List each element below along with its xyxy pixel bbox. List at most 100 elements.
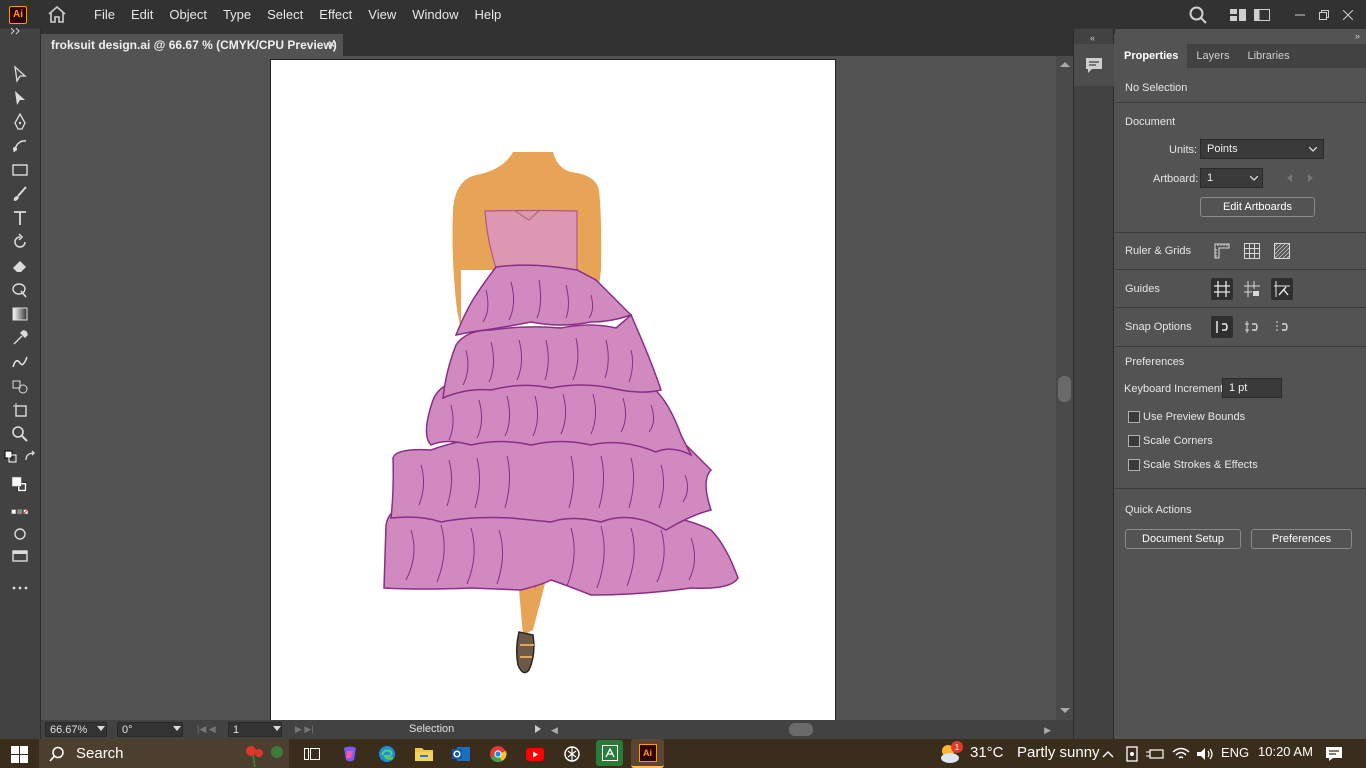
collapse-toolbar-icon[interactable] [9, 28, 31, 42]
comments-panel-button[interactable] [1074, 44, 1114, 86]
ruler-icon[interactable] [1211, 240, 1233, 262]
vertical-scroll-thumb[interactable] [1058, 376, 1071, 402]
illustrator-taskbar-icon[interactable]: Ai [631, 739, 664, 768]
default-fill-stroke-icon[interactable] [4, 450, 18, 464]
tray-chevron-up-icon[interactable] [1097, 743, 1119, 765]
scroll-up-icon[interactable] [1060, 62, 1070, 67]
scroll-down-icon[interactable] [1060, 708, 1070, 713]
rotate-tool-icon[interactable] [9, 231, 31, 253]
copilot-icon[interactable] [339, 743, 361, 765]
direct-selection-tool-icon[interactable] [9, 87, 31, 109]
windows-start-icon[interactable] [8, 743, 30, 765]
tab-layers[interactable]: Layers [1187, 44, 1238, 68]
color-mode-icons[interactable] [5, 507, 35, 517]
snap-to-glyph-icon[interactable] [1271, 316, 1293, 338]
canvas[interactable] [41, 56, 1056, 720]
selection-tool-icon[interactable] [9, 63, 31, 85]
eraser-tool-icon[interactable] [9, 255, 31, 277]
symbol-sprayer-tool-icon[interactable] [9, 375, 31, 397]
search-icon[interactable] [1186, 4, 1210, 26]
paintbrush-tool-icon[interactable] [9, 183, 31, 205]
document-setup-button[interactable]: Document Setup [1125, 529, 1241, 549]
chatgpt-icon[interactable] [561, 743, 583, 765]
lock-guides-icon[interactable] [1241, 278, 1263, 300]
notifications-icon[interactable] [1323, 743, 1345, 765]
next-artboard-icon[interactable] [1308, 174, 1313, 182]
expand-panels-icon[interactable]: « [1090, 33, 1095, 43]
grid-icon[interactable] [1241, 240, 1263, 262]
shape-builder-tool-icon[interactable] [9, 279, 31, 301]
show-guides-icon[interactable] [1211, 278, 1233, 300]
menu-window[interactable]: Window [404, 0, 466, 29]
collapse-panel-icon[interactable]: » [1355, 31, 1360, 41]
artboard-tool-icon[interactable] [9, 399, 31, 421]
menu-type[interactable]: Type [215, 0, 259, 29]
horizontal-scrollbar[interactable]: ◀ ▶ [551, 723, 1051, 736]
close-tab-icon[interactable]: × [328, 37, 335, 51]
transparency-grid-icon[interactable] [1271, 240, 1293, 262]
snap-to-pixel-icon[interactable] [1241, 316, 1263, 338]
menu-object[interactable]: Object [161, 0, 215, 29]
youtube-icon[interactable] [524, 743, 546, 765]
artboard-nav-last-icon[interactable]: ▶ ▶| [295, 724, 314, 735]
more-tools-icon[interactable] [9, 577, 31, 599]
scroll-right-icon[interactable]: ▶ [1044, 725, 1051, 736]
pen-tool-icon[interactable] [9, 111, 31, 133]
draw-mode-icon[interactable] [9, 523, 31, 545]
tab-properties[interactable]: Properties [1115, 44, 1188, 68]
menu-select[interactable]: Select [259, 0, 311, 29]
volume-icon[interactable] [1194, 743, 1216, 765]
menu-edit[interactable]: Edit [123, 0, 161, 29]
dress-illustration[interactable] [271, 60, 837, 720]
prev-artboard-icon[interactable] [1287, 174, 1292, 182]
scale-corners-checkbox[interactable] [1128, 435, 1140, 447]
eyedropper-tool-icon[interactable] [9, 327, 31, 349]
menu-effect[interactable]: Effect [311, 0, 360, 29]
keyboard-increment-input[interactable]: 1 pt [1222, 378, 1282, 398]
vertical-scrollbar[interactable] [1056, 56, 1073, 720]
zoom-dropdown-icon[interactable] [97, 726, 105, 731]
scroll-left-icon[interactable]: ◀ [551, 725, 558, 736]
status-menu-icon[interactable] [535, 725, 541, 733]
battery-plug-icon[interactable] [1144, 743, 1166, 765]
tab-libraries[interactable]: Libraries [1238, 44, 1298, 68]
horizontal-scroll-thumb[interactable] [789, 723, 813, 736]
snap-to-point-icon[interactable] [1211, 316, 1233, 338]
use-preview-bounds-checkbox[interactable] [1128, 411, 1140, 423]
smart-guides-icon[interactable] [1271, 278, 1293, 300]
zoom-tool-icon[interactable] [9, 423, 31, 445]
gradient-tool-icon[interactable] [9, 303, 31, 325]
home-icon[interactable] [47, 5, 67, 25]
wifi-icon[interactable] [1170, 743, 1192, 765]
screen-mode-icon[interactable] [9, 545, 31, 567]
artboard-dropdown-icon[interactable] [273, 726, 281, 731]
menu-view[interactable]: View [360, 0, 404, 29]
minimize-icon[interactable] [1288, 4, 1312, 26]
type-tool-icon[interactable] [9, 207, 31, 229]
edge-icon[interactable] [376, 743, 398, 765]
artboard-nav-first-icon[interactable]: |◀ ◀ [197, 724, 216, 735]
blend-tool-icon[interactable] [9, 351, 31, 373]
fill-stroke-swatch[interactable] [5, 470, 35, 500]
swap-fill-stroke-icon[interactable] [24, 450, 38, 464]
curvature-tool-icon[interactable] [9, 135, 31, 157]
device-icon[interactable] [1121, 743, 1143, 765]
outlook-icon[interactable] [450, 743, 472, 765]
preferences-button[interactable]: Preferences [1251, 529, 1352, 549]
task-view-icon[interactable] [301, 743, 323, 765]
clock[interactable]: 10:20 AM [1258, 744, 1313, 759]
app-icon-green[interactable] [596, 740, 623, 766]
menu-file[interactable]: File [86, 0, 123, 29]
file-explorer-icon[interactable] [413, 743, 435, 765]
document-tab[interactable]: froksuit design.ai @ 66.67 % (CMYK/CPU P… [41, 34, 343, 56]
rectangle-tool-icon[interactable] [9, 159, 31, 181]
taskbar-search[interactable]: Search [39, 739, 289, 768]
rotation-dropdown-icon[interactable] [173, 726, 181, 731]
close-icon[interactable] [1336, 4, 1360, 26]
menu-help[interactable]: Help [466, 0, 509, 29]
artboard[interactable] [270, 59, 836, 720]
workspace-switcher-icon[interactable] [1226, 4, 1250, 26]
units-dropdown[interactable]: Points [1200, 139, 1324, 159]
scale-strokes-checkbox[interactable] [1128, 459, 1140, 471]
artboard-dropdown[interactable]: 1 [1200, 168, 1263, 188]
